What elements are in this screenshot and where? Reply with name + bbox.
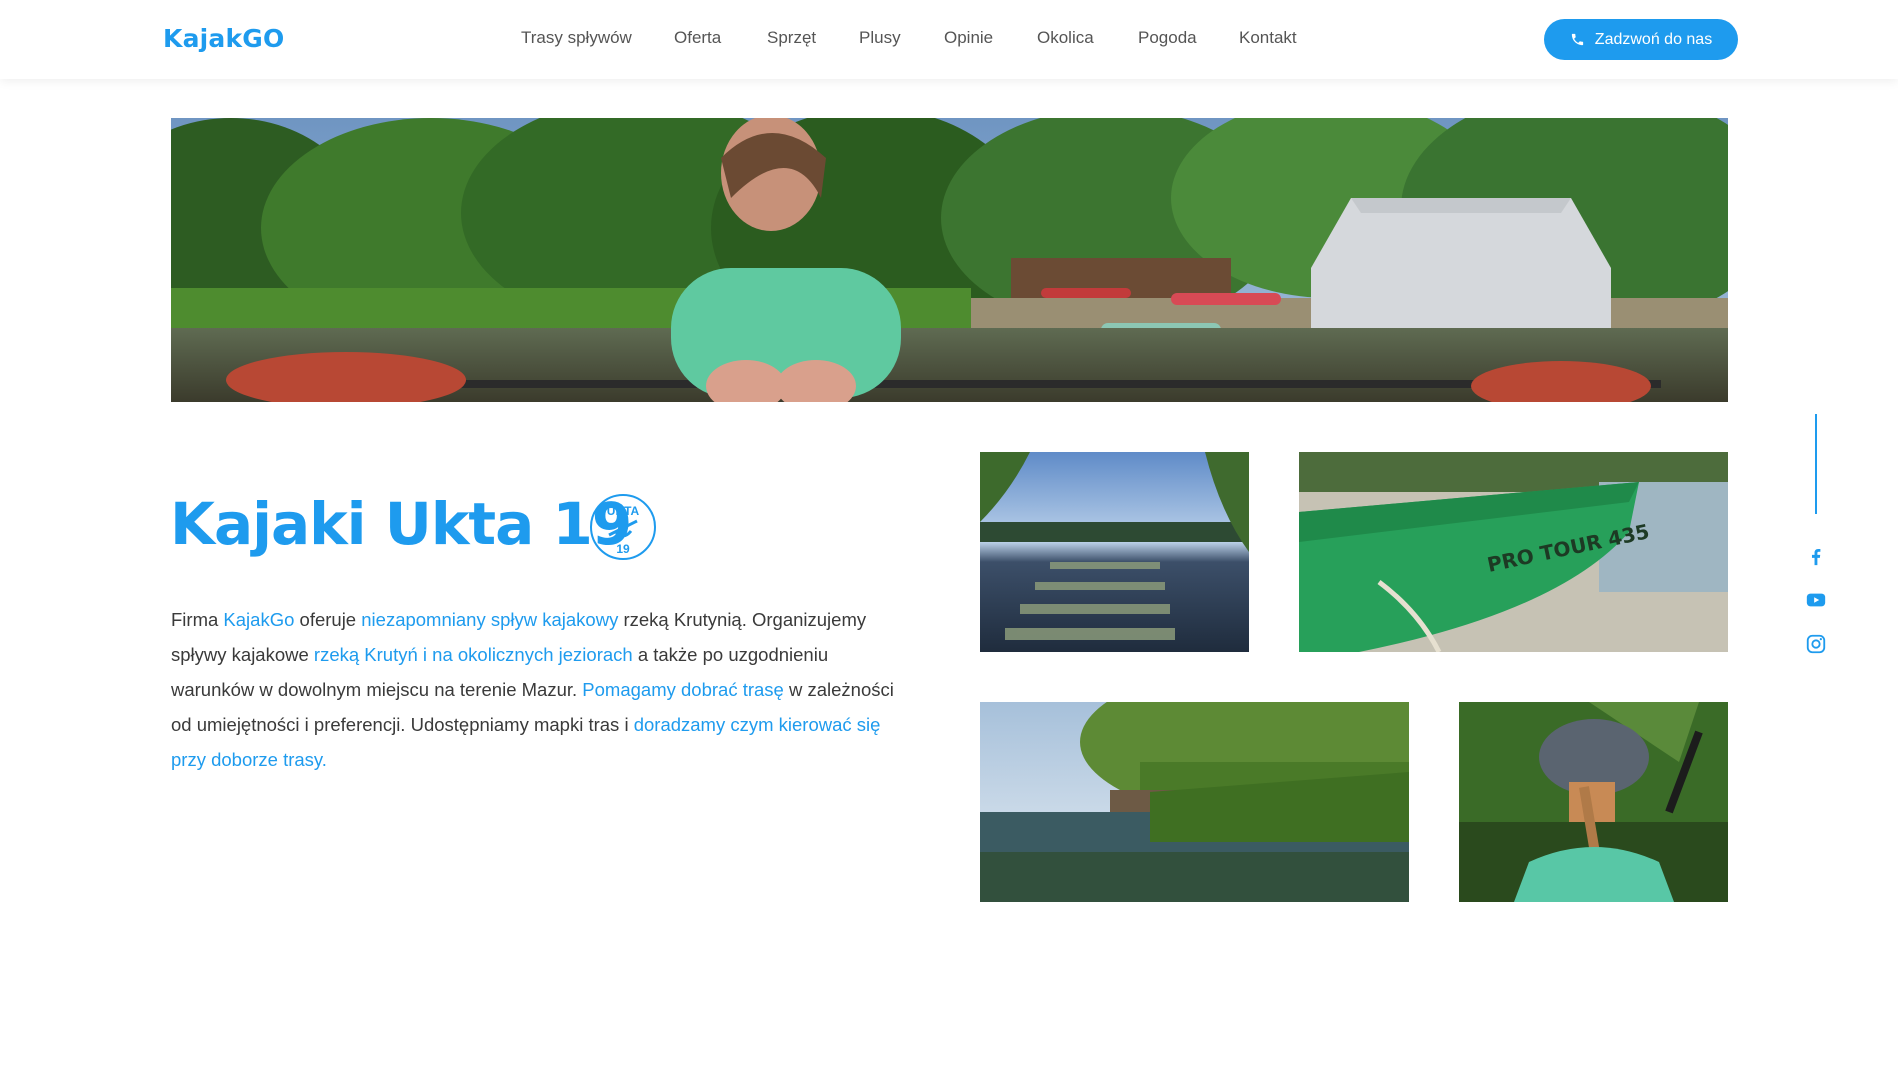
paragraph-link[interactable]: niezapomniany spływ kajakowy	[361, 609, 618, 630]
gallery-image-lake-pier[interactable]	[980, 452, 1249, 652]
paragraph-link[interactable]: KajakGo	[223, 609, 294, 630]
nav-item-sprzet[interactable]: Sprzęt	[767, 28, 816, 48]
phone-icon	[1571, 33, 1583, 46]
youtube-icon[interactable]	[1803, 587, 1829, 613]
badge-text-top: UKTA	[607, 504, 640, 518]
nav-item-pogoda[interactable]: Pogoda	[1138, 28, 1197, 48]
paragraph-text: oferuje	[294, 609, 362, 630]
page-title: Kajaki Ukta 19	[170, 490, 632, 558]
call-button-label: Zadzwoń do nas	[1594, 30, 1713, 48]
ukta19-badge: UKTA 19	[589, 493, 657, 561]
nav-item-plusy[interactable]: Plusy	[859, 28, 901, 48]
paragraph-link[interactable]: rzeką Krutyń i na okolicznych jeziorach	[314, 644, 633, 665]
hero-image	[171, 118, 1728, 402]
gallery-image-green-kayak[interactable]: PRO TOUR 435	[1299, 452, 1728, 652]
badge-text-bottom: 19	[616, 542, 630, 556]
nav-item-oferta[interactable]: Oferta	[674, 28, 721, 48]
facebook-icon[interactable]	[1803, 543, 1829, 569]
nav-item-opinie[interactable]: Opinie	[944, 28, 993, 48]
nav-item-kontakt[interactable]: Kontakt	[1239, 28, 1297, 48]
nav-item-okolica[interactable]: Okolica	[1037, 28, 1094, 48]
site-header: KajakGO Trasy spływów Oferta Sprzęt Plus…	[0, 0, 1898, 79]
social-rail-line	[1815, 414, 1817, 514]
call-button[interactable]: Zadzwoń do nas	[1544, 19, 1738, 60]
gallery-image-river-reeds[interactable]	[980, 702, 1409, 902]
gallery-image-paddler-cap[interactable]	[1459, 702, 1728, 902]
intro-paragraph: Firma KajakGo oferuje niezapomniany spły…	[171, 602, 906, 777]
paragraph-link[interactable]: Pomagamy dobrać trasę	[582, 679, 784, 700]
paragraph-text: Firma	[171, 609, 224, 630]
nav-item-trasy[interactable]: Trasy spływów	[521, 28, 632, 48]
instagram-icon[interactable]	[1803, 631, 1829, 657]
